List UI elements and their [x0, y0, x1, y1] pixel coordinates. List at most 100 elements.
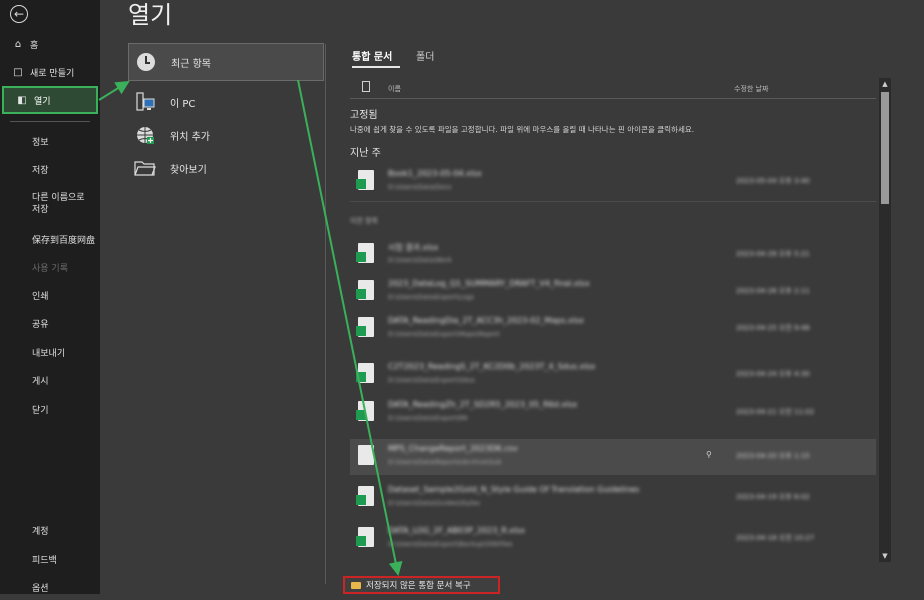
excel-file-icon: [356, 486, 374, 506]
nav-item-label: 홈: [30, 40, 39, 51]
nav-item-label: 保存到百度网盘: [32, 235, 96, 246]
file-path: D:\Users\Data\Export\Backup\Old\Files: [388, 540, 513, 548]
nav-item-label: 옵션: [32, 583, 49, 594]
file-row[interactable]: 시험 결과.xlsx D:\Users\Data\Work 2023-04-28…: [350, 237, 876, 273]
file-date: 2023-04-25 오전 9:48: [736, 324, 810, 332]
tab-underline: [352, 66, 400, 68]
recover-unsaved-workbooks-button[interactable]: 저장되지 않은 통합 문서 복구: [343, 576, 500, 594]
nav-item-home[interactable]: ⌂ 홈: [0, 31, 100, 57]
nav-item-label: 계정: [32, 526, 49, 537]
file-date: 2023-04-20 오후 1:15: [736, 452, 810, 460]
scroll-thumb[interactable]: [881, 92, 889, 204]
file-row[interactable]: DATA_LOG_2F_AB03P_2023_R.xlsx D:\Users\D…: [350, 521, 876, 557]
excel-file-icon: [356, 527, 374, 547]
location-browse[interactable]: 찾아보기: [128, 149, 324, 187]
location-label: 최근 항목: [171, 58, 211, 70]
nav-item-label: 정보: [32, 137, 49, 148]
file-row-hovered[interactable]: MPS_ChangeReport_2023DK.csv D:\Users\Dat…: [350, 439, 876, 475]
file-path: D:\Users\Data\Export\R6: [388, 414, 468, 422]
nav-item-new[interactable]: □ 새로 만들기: [0, 59, 100, 85]
scroll-up-arrow-icon[interactable]: ▲: [879, 78, 891, 90]
nav-item-label: 닫기: [32, 405, 49, 416]
column-header-name[interactable]: 이름: [388, 84, 401, 94]
folder-icon: [134, 157, 156, 179]
excel-file-icon: [356, 170, 374, 190]
excel-file-icon: [356, 243, 374, 263]
file-row[interactable]: C2T2023_ReadingS_2T_KC2D0b_2023T_4_Sdus.…: [350, 357, 876, 393]
excel-file-icon: [356, 317, 374, 337]
nav-divider: [10, 121, 90, 122]
file-date: 2023-04-19 오후 6:02: [736, 493, 810, 501]
nav-item-label: 인쇄: [32, 291, 49, 302]
nav-item-close[interactable]: 닫기: [0, 396, 100, 422]
page-title: 열기: [128, 1, 173, 29]
nav-item-account[interactable]: 계정: [0, 517, 100, 543]
nav-item-publish[interactable]: 게시: [0, 367, 100, 393]
new-document-icon: □: [13, 66, 23, 78]
nav-item-export[interactable]: 내보내기: [0, 339, 100, 365]
nav-item-save-baidu[interactable]: 保存到百度网盘: [0, 226, 100, 252]
file-date: 2023-04-28 오후 5:21: [736, 250, 810, 258]
file-path: D:\Users\Data\Export\Maps\Report: [388, 330, 500, 338]
nav-item-save-as[interactable]: 다른 이름으로 저장: [0, 187, 92, 221]
annotation-arrow-open-to-recent: [98, 80, 130, 101]
excel-file-icon: [356, 401, 374, 421]
location-label: 위치 추가: [170, 131, 210, 143]
clock-icon: [135, 51, 157, 73]
file-date: 2023-04-24 오후 4:30: [736, 370, 810, 378]
nav-item-label: 다른 이름으로 저장: [32, 193, 85, 215]
nav-item-open[interactable]: ◧ 열기: [2, 86, 98, 114]
location-label: 찾아보기: [170, 164, 207, 176]
file-date: 2023-04-18 오전 10:27: [736, 534, 815, 542]
row-divider: [350, 201, 876, 202]
backstage-nav: ← ⌂ 홈 □ 새로 만들기 ◧ 열기 정보 저장 다른 이름으로 저장 保存到…: [0, 0, 100, 594]
nav-item-history: 사용 기록: [0, 254, 100, 280]
location-label: 이 PC: [170, 98, 196, 110]
home-icon: ⌂: [14, 38, 22, 50]
file-row[interactable]: DATA_ReadingDia_2T_ACC3h_2023-02_Maps.xl…: [350, 311, 876, 347]
globe-add-icon: [134, 124, 156, 146]
file-date: 2023-04-21 오전 11:02: [736, 408, 815, 416]
file-list-header: 이름 수정한 날짜: [350, 78, 876, 99]
nav-item-label: 새로 만들기: [30, 68, 75, 79]
tab-workbooks[interactable]: 통합 문서: [352, 48, 392, 63]
nav-item-label: 공유: [32, 319, 49, 330]
file-name: DATA_ReadingDia_2T_ACC3h_2023-02_Maps.xl…: [388, 316, 584, 325]
excel-file-icon: [356, 363, 374, 383]
nav-item-label: 내보내기: [32, 348, 66, 359]
nav-item-options[interactable]: 옵션: [0, 574, 100, 600]
column-divider: [325, 44, 326, 584]
pinned-section-title: 고정됨: [350, 110, 378, 121]
file-row[interactable]: Dataset_Sample2Gold_N_Style Guide Of Tra…: [350, 480, 876, 516]
file-name: MPS_ChangeReport_2023DK.csv: [388, 444, 518, 453]
pinned-section-note: 나중에 쉽게 찾을 수 있도록 파일을 고정합니다. 파일 위에 마우스를 올릴…: [350, 125, 695, 134]
file-path: D:\Users\Data\Reports\Archive\Sub: [388, 458, 502, 466]
nav-item-print[interactable]: 인쇄: [0, 282, 100, 308]
pin-icon[interactable]: ⚲: [706, 450, 712, 459]
scroll-down-arrow-icon[interactable]: ▼: [879, 550, 891, 562]
nav-item-save[interactable]: 저장: [0, 156, 100, 182]
file-name: DATA_LOG_2F_AB03P_2023_R.xlsx: [388, 526, 525, 535]
document-icon: [362, 81, 370, 92]
nav-item-info[interactable]: 정보: [0, 128, 100, 154]
file-list-scrollbar[interactable]: ▲ ▼: [879, 78, 891, 562]
file-name: Book1_2023-05-04.xlsx: [388, 169, 482, 178]
tab-folders[interactable]: 폴더: [416, 48, 434, 63]
file-path: D:\Users\Data\Work: [388, 256, 452, 264]
file-row[interactable]: Book1_2023-05-04.xlsx D:\Users\Data\Docs…: [350, 164, 876, 200]
file-row[interactable]: DATA_ReadingZh_2T_SD2R5_2023_05_R6d.xlsx…: [350, 395, 876, 431]
pc-icon: [134, 91, 156, 113]
nav-item-share[interactable]: 공유: [0, 310, 100, 336]
recover-button-label: 저장되지 않은 통합 문서 복구: [366, 581, 471, 591]
file-path: D:\Users\Data\Docs: [388, 183, 452, 191]
file-name: DATA_ReadingZh_2T_SD2R5_2023_05_R6d.xlsx: [388, 400, 578, 409]
file-name: 2023_DataLog_Q1_SUMMARY_DRAFT_V4_final.x…: [388, 279, 590, 288]
nav-item-label: 열기: [34, 96, 51, 107]
nav-item-feedback[interactable]: 피드백: [0, 546, 100, 572]
file-row[interactable]: 2023_DataLog_Q1_SUMMARY_DRAFT_V4_final.x…: [350, 274, 876, 310]
location-recent[interactable]: 최근 항목: [128, 43, 324, 81]
column-header-date[interactable]: 수정한 날짜: [734, 84, 768, 94]
nav-item-label: 피드백: [32, 555, 57, 566]
file-date: 2023-04-26 오후 2:11: [736, 287, 810, 295]
back-arrow-icon[interactable]: ←: [10, 5, 28, 23]
